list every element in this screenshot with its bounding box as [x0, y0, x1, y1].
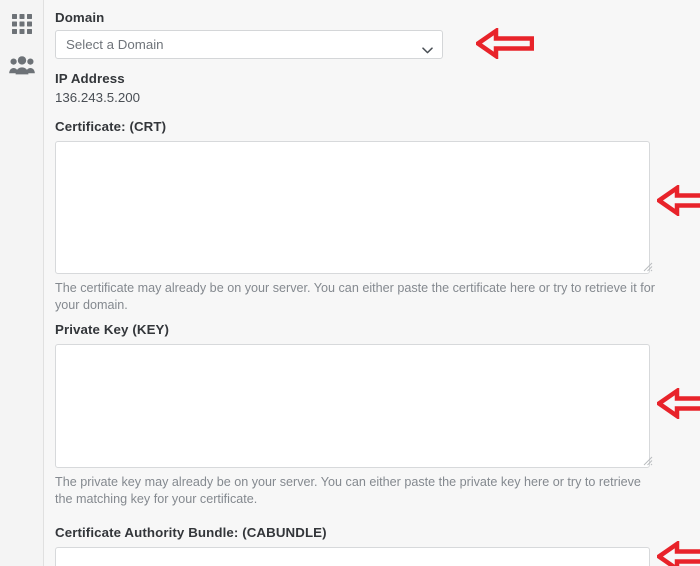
private-key-help-text: The private key may already be on your s…: [55, 475, 641, 506]
ca-bundle-field: Certificate Authority Bundle: (CABUNDLE): [55, 524, 650, 566]
certificate-help-text: The certificate may already be on your s…: [55, 281, 655, 312]
ca-bundle-textarea[interactable]: [55, 547, 650, 566]
private-key-field: Private Key (KEY) The private key may al…: [55, 321, 655, 508]
sidebar-item-users[interactable]: [0, 46, 43, 90]
domain-select-wrap: Select a Domain: [55, 30, 443, 59]
sidebar: [0, 0, 44, 566]
certificate-label: Certificate: (CRT): [55, 119, 167, 134]
domain-label: Domain: [55, 10, 105, 25]
certificate-textarea[interactable]: [55, 141, 650, 274]
ca-bundle-label: Certificate Authority Bundle: (CABUNDLE): [55, 525, 327, 540]
certificate-textarea-wrap: [55, 141, 655, 274]
ca-bundle-textarea-wrap: [55, 547, 650, 566]
certificate-field: Certificate: (CRT) The certificate may a…: [55, 118, 655, 314]
ip-address-field: IP Address 136.243.5.200: [55, 70, 140, 107]
domain-select[interactable]: Select a Domain: [55, 30, 443, 59]
grid-icon: [11, 13, 33, 40]
ip-address-value: 136.243.5.200: [55, 90, 141, 105]
private-key-textarea[interactable]: [55, 344, 650, 468]
main-content: Domain Select a Domain IP Address 136.24…: [45, 0, 700, 566]
users-icon: [8, 55, 35, 81]
domain-field: Domain Select a Domain: [55, 9, 443, 59]
ssl-certificate-install-page: Domain Select a Domain IP Address 136.24…: [0, 0, 700, 566]
private-key-label: Private Key (KEY): [55, 322, 170, 337]
private-key-textarea-wrap: [55, 344, 655, 468]
sidebar-item-apps[interactable]: [0, 4, 43, 48]
ip-address-label: IP Address: [55, 71, 125, 86]
